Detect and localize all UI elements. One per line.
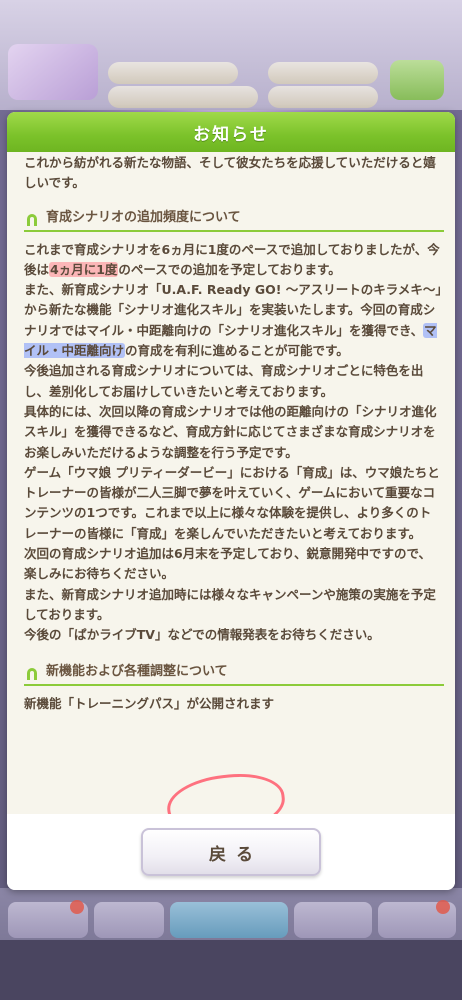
- background-lower-area: [0, 940, 462, 1000]
- paragraph-text: また、新育成シナリオ「U.A.F. Ready GO! ～アスリートのキラメキ～…: [24, 282, 442, 338]
- background-menu-tab: [294, 902, 372, 938]
- section-heading-features: 新機能および各種調整について: [24, 658, 444, 688]
- highlight-red: 4ヵ月に1度: [49, 261, 119, 277]
- background-currency-chip: [268, 86, 378, 108]
- background-status-chip: [108, 86, 258, 108]
- paragraph-announcement: 今後の「ぱかライブTV」などでの情報発表をお待ちください。: [24, 627, 380, 643]
- background-notification-badge: [70, 900, 84, 914]
- horseshoe-icon: [27, 667, 37, 680]
- background-status-chip: [108, 62, 238, 84]
- paragraph-campaign: また、新育成シナリオ追加時には様々なキャンペーンや施策の実施を予定しております。: [24, 586, 436, 622]
- section-heading-label: 新機能および各種調整について: [46, 664, 228, 680]
- dialog-footer: 戻る: [7, 814, 455, 890]
- notice-scroll-area[interactable]: これから紡がれる新たな物語、そして彼女たちを応援していただけると嬉しいです。 育…: [7, 152, 455, 814]
- circle-annotation: [164, 768, 288, 814]
- paragraph-ikusei: ゲーム「ウマ娘 プリティーダービー」における「育成」は、ウマ娘たちとトレーナーの…: [24, 464, 440, 541]
- dialog-title: お知らせ: [193, 124, 269, 145]
- section-heading-label: 育成シナリオの追加頻度について: [46, 210, 241, 226]
- notice-content: これから紡がれる新たな物語、そして彼女たちを応援していただけると嬉しいです。 育…: [24, 153, 444, 714]
- paragraph-details: 具体的には、次回以降の育成シナリオでは他の距離向けの「シナリオ進化スキル」を獲得…: [24, 403, 437, 460]
- back-button[interactable]: 戻る: [141, 828, 321, 876]
- paragraph-training-pass: 新機能「トレーニングパス」が公開されます: [24, 695, 275, 711]
- background-menu-tab-active: [170, 902, 288, 938]
- background-green-button: [390, 60, 444, 100]
- paragraph-new-feature: また、新育成シナリオ「U.A.F. Ready GO! ～アスリートのキラメキ～…: [24, 280, 442, 361]
- paragraph-frequency: これまで育成シナリオを6ヵ月に1度のペースで追加しておりましたが、今後は4ヵ月に…: [24, 240, 442, 281]
- intro-text: これから紡がれる新たな物語、そして彼女たちを応援していただけると嬉しいです。: [24, 155, 436, 191]
- background-notification-badge: [436, 900, 450, 914]
- paragraph-next-schedule: 次回の育成シナリオ追加は6月末を予定しており、鋭意開発中ですので、楽しみにお待ち…: [24, 546, 431, 582]
- horseshoe-icon: [27, 213, 37, 226]
- paragraph-future: 今後追加される育成シナリオについては、育成シナリオごとに特色を出し、差別化してお…: [24, 363, 424, 399]
- dialog-header: お知らせ: [7, 112, 455, 152]
- section-heading-scenario: 育成シナリオの追加頻度について: [24, 204, 444, 234]
- notice-dialog: お知らせ これから紡がれる新たな物語、そして彼女たちを応援していただけると嬉しい…: [7, 112, 455, 890]
- background-currency-chip: [268, 62, 378, 84]
- paragraph-text: のペースでの追加を予定しております。: [118, 261, 341, 277]
- background-logo: [8, 44, 98, 100]
- paragraph-text: の育成を有利に進めることが可能です。: [125, 343, 349, 359]
- background-menu-tab: [94, 902, 164, 938]
